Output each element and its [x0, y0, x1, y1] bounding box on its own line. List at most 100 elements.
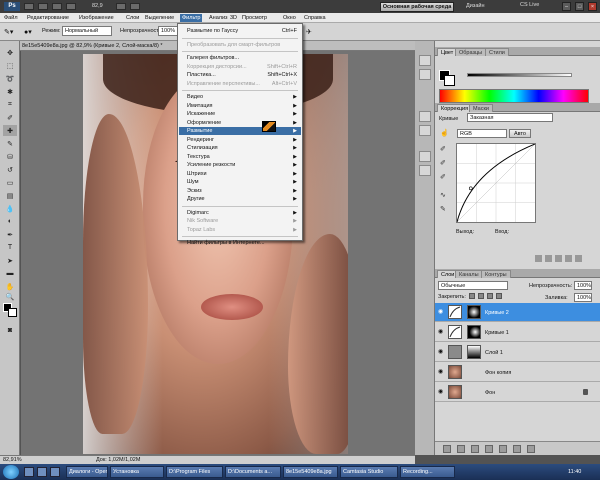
filter-menu-item[interactable]: Размытие по Гауссу Ctrl+F	[179, 27, 301, 35]
brush-tool-icon[interactable]: ✎▾	[4, 28, 13, 36]
lock-transparent-icon[interactable]	[469, 293, 475, 299]
pen-tool-icon[interactable]: ✒	[3, 229, 17, 240]
dodge-tool-icon[interactable]: ◐	[3, 216, 17, 227]
layer-row[interactable]: ◉ Слой 1	[435, 343, 600, 362]
taskbar-button[interactable]: 8e15e5409e8a.jpg	[283, 466, 338, 478]
status-zoom[interactable]: 82,91%	[3, 457, 22, 464]
menu-item[interactable]: Выделение	[143, 14, 176, 22]
layer-thumbnail[interactable]	[448, 325, 462, 339]
minimize-icon[interactable]: –	[562, 2, 571, 11]
zoom-readout[interactable]: 82,9	[92, 3, 103, 9]
eraser-icon[interactable]: ▭	[3, 177, 17, 188]
tab-channels[interactable]: Каналы	[455, 270, 483, 278]
taskbar-button[interactable]: D:\Documents a...	[225, 466, 281, 478]
delete-adjustment-icon[interactable]	[575, 255, 582, 262]
curve-pencil-icon[interactable]: ✎	[440, 205, 450, 215]
hand-view-icon[interactable]	[66, 3, 76, 10]
filter-menu-item[interactable]: Другие ▶	[179, 195, 301, 203]
layer-mask-thumbnail[interactable]	[467, 345, 481, 359]
reset-icon[interactable]	[565, 255, 572, 262]
filter-menu-item[interactable]: Найти фильтры в Интернете...	[179, 239, 301, 247]
lock-all-icon[interactable]	[496, 293, 502, 299]
screen-mode-icon[interactable]	[130, 3, 140, 10]
filter-menu-item[interactable]: Размытие ▶	[179, 127, 301, 135]
history-panel-icon[interactable]	[419, 55, 431, 66]
history-brush-icon[interactable]: ↺	[3, 164, 17, 175]
curves-preset-select[interactable]: Заказная	[467, 113, 553, 122]
new-group-icon[interactable]	[499, 445, 507, 453]
filter-menu-item[interactable]: Галерея фильтров...	[179, 54, 301, 62]
design-workspace-link[interactable]: Дизайн	[466, 3, 485, 9]
filter-menu-item[interactable]: Стилизация ▶	[179, 144, 301, 152]
grid-icon[interactable]	[52, 3, 62, 10]
taskbar-button[interactable]: Диалоги - Opera	[66, 466, 108, 478]
eye-icon[interactable]: ◉	[438, 309, 445, 315]
eye-icon[interactable]: ◉	[438, 389, 445, 395]
clone-stamp-icon[interactable]: ⛁	[3, 151, 17, 162]
link-layers-icon[interactable]	[443, 445, 451, 453]
opacity-field[interactable]: 100%	[158, 26, 178, 36]
menu-item[interactable]: Редактирование	[25, 14, 71, 22]
layer-thumbnail[interactable]	[448, 385, 462, 399]
tab-styles[interactable]: Стили	[485, 48, 509, 56]
filter-menu-item[interactable]: Штрихи ▶	[179, 170, 301, 178]
taskbar-button[interactable]: Recording...	[400, 466, 455, 478]
zoom-tool-icon[interactable]: 🔍	[3, 291, 17, 302]
new-adjustment-icon[interactable]	[485, 445, 493, 453]
healing-brush-icon[interactable]: ✚	[3, 125, 17, 136]
tab-swatches[interactable]: Образцы	[455, 48, 487, 56]
filter-menu-item[interactable]: Digimarc ▶	[179, 209, 301, 217]
blur-tool-icon[interactable]: 💧	[3, 203, 17, 214]
lock-position-icon[interactable]	[487, 293, 493, 299]
filter-menu-item[interactable]: Усиление резкости ▶	[179, 161, 301, 169]
bridge-icon[interactable]	[24, 3, 34, 10]
filter-menu-item[interactable]: Видео ▶	[179, 93, 301, 101]
actions-panel-icon[interactable]	[419, 69, 431, 80]
gray-point-eyedropper-icon[interactable]: ✐	[440, 159, 450, 169]
close-icon[interactable]: ×	[588, 2, 597, 11]
color-slider[interactable]	[467, 73, 572, 77]
menu-item[interactable]: Изображение	[77, 14, 116, 22]
layer-thumbnail[interactable]	[448, 365, 462, 379]
layer-row[interactable]: ◉ Фон копия	[435, 363, 600, 382]
quicklaunch-explorer-icon[interactable]	[24, 467, 34, 477]
taskbar-button[interactable]: D:\Program Files	[166, 466, 223, 478]
eye-icon[interactable]: ◉	[438, 349, 445, 355]
layer-name[interactable]: Кривые 1	[485, 329, 509, 337]
menu-item[interactable]: 3D	[228, 14, 239, 22]
path-select-icon[interactable]: ➤	[3, 255, 17, 266]
layer-thumbnail[interactable]	[448, 305, 462, 319]
fill-field[interactable]: 100%	[574, 293, 592, 302]
on-image-adjust-icon[interactable]: ☝	[440, 129, 450, 139]
workspace-button[interactable]: Основная рабочая среда	[380, 2, 454, 12]
menu-item[interactable]: Файл	[2, 14, 20, 22]
eye-icon[interactable]: ◉	[438, 329, 445, 335]
black-point-eyedropper-icon[interactable]: ✐	[440, 145, 450, 155]
filter-menu-item[interactable]: Эскиз ▶	[179, 187, 301, 195]
type-tool-icon[interactable]: T	[3, 242, 17, 253]
layer-thumbnail[interactable]	[448, 345, 462, 359]
move-tool-icon[interactable]: ✥	[3, 47, 17, 58]
blend-mode-select[interactable]: Обычные	[438, 281, 508, 290]
arrange-docs-icon[interactable]	[116, 3, 126, 10]
menu-item[interactable]: Просмотр	[240, 14, 269, 22]
layer-name[interactable]: Кривые 2	[485, 309, 509, 317]
layer-row[interactable]: ◉ Кривые 2	[435, 303, 600, 322]
layer-opacity-field[interactable]: 100%	[574, 281, 592, 290]
quick-mask-icon[interactable]: ◙	[3, 325, 17, 336]
tab-masks[interactable]: Маски	[469, 104, 493, 112]
cs-live-button[interactable]: CS Live	[520, 2, 539, 8]
tab-adjustments[interactable]: Коррекция	[437, 104, 473, 112]
start-button[interactable]	[3, 465, 19, 479]
previous-state-icon[interactable]	[555, 255, 562, 262]
curves-channel-select[interactable]: RGB	[457, 129, 507, 138]
maximize-icon[interactable]: □	[575, 2, 584, 11]
filter-menu-item[interactable]: Оформление ▶	[179, 119, 301, 127]
curves-graph[interactable]	[456, 143, 536, 223]
paragraph-panel-icon[interactable]	[419, 125, 431, 136]
layer-row[interactable]: ◉ Фон	[435, 383, 600, 402]
curve-control-point[interactable]	[468, 186, 473, 191]
filter-menu-item[interactable]: Имитация ▶	[179, 102, 301, 110]
menu-item[interactable]: Справка	[302, 14, 328, 22]
delete-layer-icon[interactable]	[527, 445, 535, 453]
